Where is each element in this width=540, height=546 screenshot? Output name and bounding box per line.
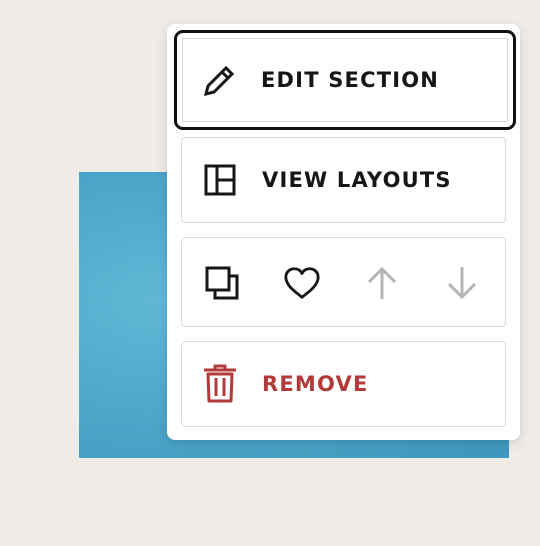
duplicate-icon: [203, 264, 241, 302]
view-layouts-button[interactable]: VIEW LAYOUTS: [181, 137, 506, 223]
move-up-button[interactable]: [361, 262, 403, 304]
arrow-down-icon: [443, 264, 481, 302]
edit-section-button[interactable]: EDIT SECTION: [174, 30, 516, 130]
section-context-menu: EDIT SECTION VIEW LAYOUTS REMOVE: [167, 24, 520, 440]
heart-icon: [283, 264, 321, 302]
arrow-up-icon: [363, 264, 401, 302]
section-actions-row: [181, 237, 506, 327]
favorite-button[interactable]: [281, 262, 323, 304]
view-layouts-label: VIEW LAYOUTS: [262, 168, 452, 192]
duplicate-button[interactable]: [201, 262, 243, 304]
trash-icon: [201, 364, 239, 403]
move-down-button[interactable]: [441, 262, 483, 304]
remove-section-button[interactable]: REMOVE: [181, 341, 506, 427]
pencil-icon: [200, 61, 238, 99]
remove-label: REMOVE: [262, 372, 369, 396]
layout-icon: [201, 161, 239, 199]
edit-section-label: EDIT SECTION: [261, 68, 440, 92]
